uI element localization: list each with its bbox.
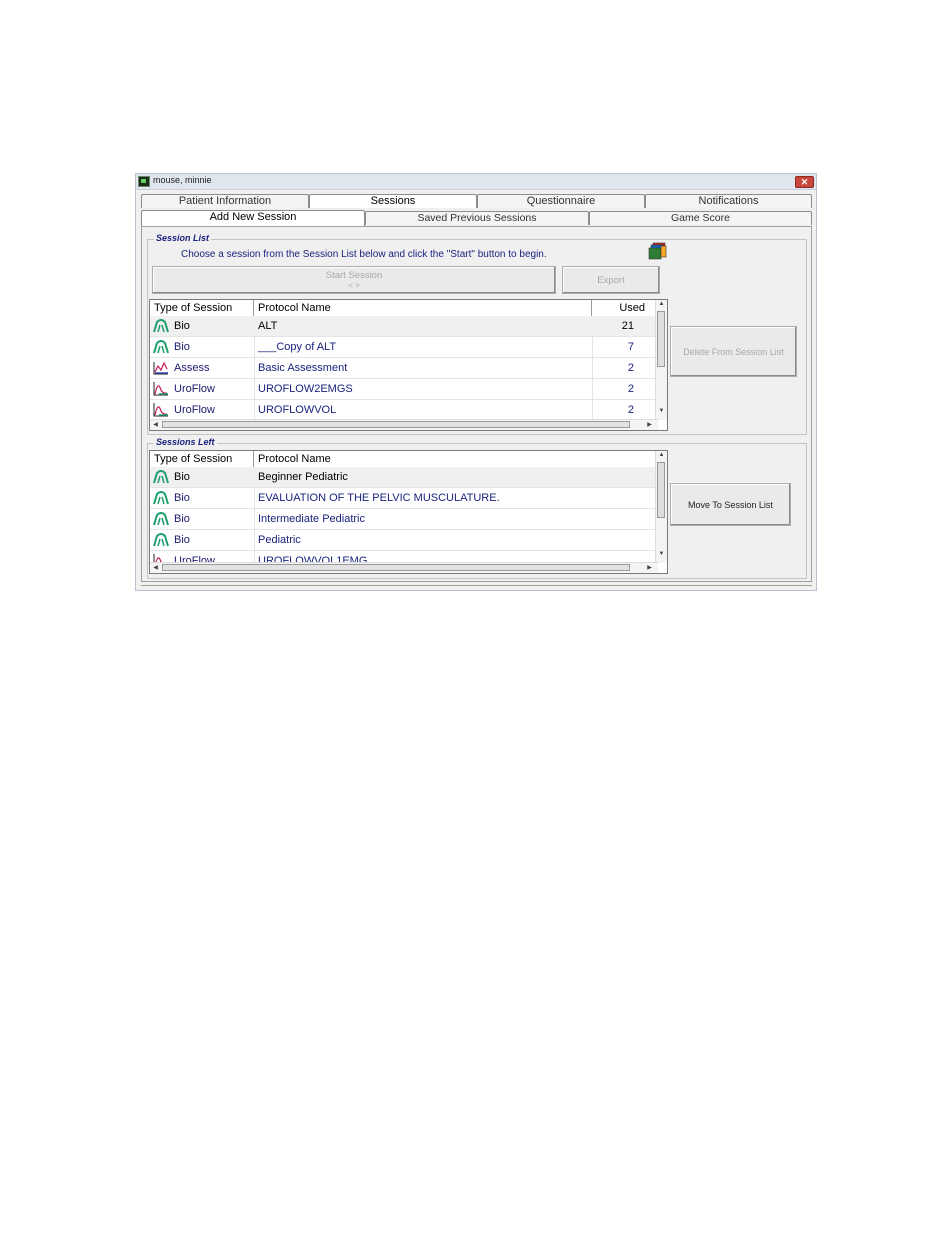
col-type-of-session[interactable]: Type of Session bbox=[150, 300, 254, 316]
session-type-cell: Bio bbox=[150, 316, 254, 336]
tab-notifications[interactable]: Notifications bbox=[645, 194, 812, 208]
session-type-cell: Bio bbox=[150, 488, 254, 508]
session-instruction: Choose a session from the Session List b… bbox=[181, 249, 547, 260]
session-type-text: Bio bbox=[174, 534, 190, 546]
table-row[interactable]: UroFlow UROFLOW2EMGS 2 bbox=[150, 379, 658, 400]
close-button[interactable]: ✕ bbox=[795, 176, 814, 188]
session-list-vscroll[interactable]: ▲ ▼ bbox=[655, 300, 667, 420]
protocol-name-cell: ___Copy of ALT bbox=[258, 341, 337, 353]
tab-game-score[interactable]: Game Score bbox=[589, 211, 812, 225]
scroll-thumb[interactable] bbox=[657, 311, 665, 367]
protocol-name-cell: Intermediate Pediatric bbox=[258, 513, 365, 525]
session-type-cell: Bio bbox=[150, 467, 254, 487]
col-protocol-name-left[interactable]: Protocol Name bbox=[254, 451, 658, 467]
scroll-up-arrow-icon[interactable]: ▲ bbox=[656, 301, 667, 307]
col-used[interactable]: Used bbox=[592, 300, 658, 316]
table-row[interactable]: Bio ALT 21 bbox=[150, 316, 658, 337]
table-row[interactable]: Bio ___Copy of ALT 7 bbox=[150, 337, 658, 358]
scroll-right-arrow-icon[interactable]: ▶ bbox=[644, 421, 655, 428]
status-strip bbox=[141, 585, 812, 588]
session-type-text: Bio bbox=[174, 513, 190, 525]
sessions-left-label: Sessions Left bbox=[154, 437, 217, 447]
used-count-cell: 21 bbox=[621, 320, 634, 332]
session-type-text: Bio bbox=[174, 341, 190, 353]
title-bar: mouse, minnie ✕ bbox=[136, 174, 816, 190]
scroll-up-arrow-icon[interactable]: ▲ bbox=[656, 452, 667, 458]
table-row[interactable]: Assess Basic Assessment 2 bbox=[150, 358, 658, 379]
protocol-name-cell: Beginner Pediatric bbox=[258, 471, 348, 483]
session-type-text: Bio bbox=[174, 320, 190, 332]
session-type-cell: Bio bbox=[150, 530, 254, 550]
session-type-text: Assess bbox=[174, 362, 210, 374]
window-title: mouse, minnie bbox=[153, 175, 212, 185]
scroll-left-arrow-icon[interactable]: ◀ bbox=[150, 564, 161, 571]
sessions-left-hscroll[interactable]: ◀ ▶ bbox=[150, 562, 658, 573]
table-row[interactable]: Bio Beginner Pediatric bbox=[150, 467, 658, 488]
session-list-grid: Type of Session Protocol Name Used Bio AL… bbox=[149, 299, 668, 431]
tab-add-new-session[interactable]: Add New Session bbox=[141, 210, 365, 226]
tab-saved-previous-sessions[interactable]: Saved Previous Sessions bbox=[365, 211, 589, 225]
scroll-right-arrow-icon[interactable]: ▶ bbox=[644, 564, 655, 571]
session-list-hscroll[interactable]: ◀ ▶ bbox=[150, 419, 658, 430]
session-type-cell: Assess bbox=[150, 358, 254, 378]
session-type-text: Bio bbox=[174, 492, 190, 504]
protocol-name-cell: ALT bbox=[258, 320, 278, 332]
table-row[interactable]: Bio EVALUATION OF THE PELVIC MUSCULATURE. bbox=[150, 488, 658, 509]
table-row[interactable]: UroFlow UROFLOWVOL 2 bbox=[150, 400, 658, 421]
protocol-name-cell: UROFLOW2EMGS bbox=[258, 383, 353, 395]
session-type-cell: Bio bbox=[150, 337, 254, 357]
scroll-down-arrow-icon[interactable]: ▼ bbox=[656, 551, 667, 557]
used-count-cell: 7 bbox=[627, 341, 634, 353]
session-type-text: Bio bbox=[174, 471, 190, 483]
protocol-name-cell: Basic Assessment bbox=[258, 362, 348, 374]
scroll-left-arrow-icon[interactable]: ◀ bbox=[150, 421, 161, 428]
delete-from-session-list-button[interactable]: Delete From Session List bbox=[670, 326, 797, 377]
used-count-cell: 2 bbox=[627, 362, 634, 374]
session-type-cell: UroFlow bbox=[150, 400, 254, 420]
col-protocol-name[interactable]: Protocol Name bbox=[254, 300, 592, 316]
session-list-header: Type of Session Protocol Name Used bbox=[150, 300, 658, 317]
tab-questionnaire[interactable]: Questionnaire bbox=[477, 194, 645, 208]
session-list-label: Session List bbox=[154, 233, 212, 243]
add-new-session-panel: Session List Choose a session from the S… bbox=[141, 226, 812, 582]
hscroll-thumb[interactable] bbox=[162, 564, 630, 571]
session-type-cell: Bio bbox=[150, 509, 254, 529]
tab-sessions[interactable]: Sessions bbox=[309, 194, 477, 208]
col-type-of-session-left[interactable]: Type of Session bbox=[150, 451, 254, 467]
books-icon bbox=[648, 242, 667, 260]
session-type-text: UroFlow bbox=[174, 404, 215, 416]
table-row[interactable]: Bio Intermediate Pediatric bbox=[150, 509, 658, 530]
start-session-sublabel: < > bbox=[348, 281, 360, 290]
sessions-left-grid: Type of Session Protocol Name Bio Beginne… bbox=[149, 450, 668, 574]
protocol-name-cell: EVALUATION OF THE PELVIC MUSCULATURE. bbox=[258, 492, 500, 504]
start-session-button[interactable]: Start Session < > bbox=[152, 266, 556, 294]
hscroll-thumb[interactable] bbox=[162, 421, 630, 428]
protocol-name-cell: UROFLOWVOL bbox=[258, 404, 337, 416]
move-to-session-list-button[interactable]: Move To Session List bbox=[670, 483, 791, 526]
used-count-cell: 2 bbox=[627, 383, 634, 395]
tab-patient-information[interactable]: Patient Information bbox=[141, 194, 309, 208]
sessions-left-header: Type of Session Protocol Name bbox=[150, 451, 658, 468]
sessions-left-group: Sessions Left Move To Session List Type … bbox=[147, 437, 807, 579]
session-list-group: Session List Choose a session from the S… bbox=[147, 233, 807, 435]
app-icon bbox=[138, 176, 150, 187]
session-type-text: UroFlow bbox=[174, 383, 215, 395]
scroll-down-arrow-icon[interactable]: ▼ bbox=[656, 408, 667, 414]
sessions-left-vscroll[interactable]: ▲ ▼ bbox=[655, 451, 667, 563]
session-type-cell: UroFlow bbox=[150, 379, 254, 399]
start-session-label: Start Session bbox=[325, 270, 383, 281]
export-button[interactable]: Export bbox=[562, 266, 660, 294]
protocol-name-cell: Pediatric bbox=[258, 534, 301, 546]
scroll-thumb[interactable] bbox=[657, 462, 665, 518]
used-count-cell: 2 bbox=[627, 404, 634, 416]
app-window: mouse, minnie ✕ Patient Information Sess… bbox=[135, 173, 817, 591]
table-row[interactable]: Bio Pediatric bbox=[150, 530, 658, 551]
